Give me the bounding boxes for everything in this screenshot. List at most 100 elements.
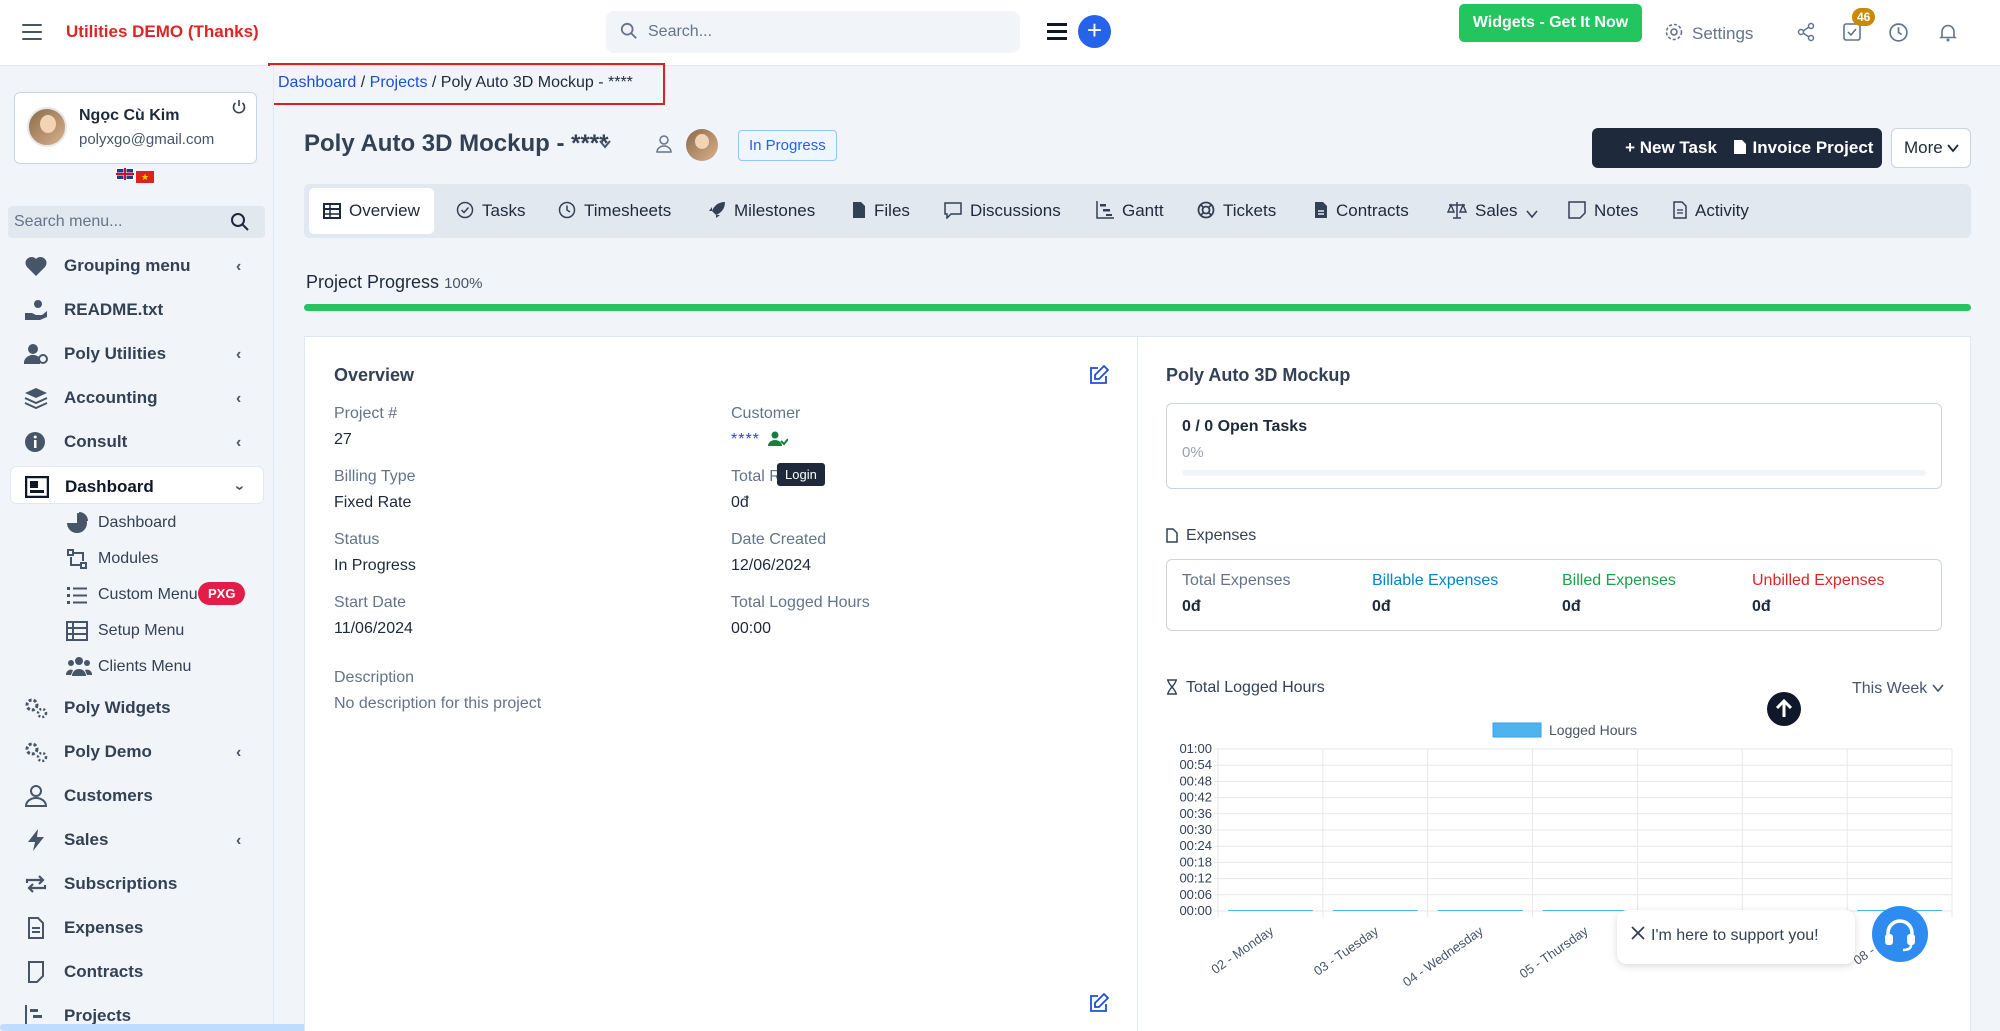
sidebar-item-grouping-menu[interactable]: Grouping menu ‹ <box>10 246 264 284</box>
chevron-down-icon[interactable] <box>598 137 612 151</box>
bar <box>1542 910 1628 911</box>
tab-timesheets[interactable]: Timesheets <box>558 188 671 234</box>
sidebar-item-label: Poly Widgets <box>64 698 171 717</box>
search-input[interactable] <box>648 19 998 45</box>
support-chat-bubble[interactable]: I'm here to support you! <box>1617 910 1855 964</box>
sidebar-item-customers[interactable]: Customers <box>10 776 264 814</box>
user-login-icon[interactable] <box>768 431 790 447</box>
description-value: No description for this project <box>334 695 542 712</box>
tab-gantt[interactable]: Gantt <box>1096 188 1164 234</box>
tab-label: Activity <box>1695 201 1749 220</box>
edit-icon[interactable] <box>1089 365 1109 385</box>
lifebuoy-icon <box>1197 201 1215 219</box>
breadcrumb-projects[interactable]: Projects <box>370 74 428 91</box>
sidebar-item-contracts[interactable]: Contracts <box>10 952 264 990</box>
note-icon <box>1568 201 1586 219</box>
sidebar-item-expenses[interactable]: Expenses <box>10 908 264 946</box>
y-tick-label: 00:24 <box>1179 838 1212 853</box>
y-tick-label: 00:06 <box>1179 887 1212 902</box>
customer-link[interactable]: **** <box>731 431 760 448</box>
tab-label: Timesheets <box>584 201 672 220</box>
progress-fill <box>304 304 1971 311</box>
sidebar-toggle-icon[interactable] <box>22 24 42 40</box>
widgets-button[interactable]: Widgets - Get It Now <box>1459 4 1642 42</box>
sidebar-item-subscriptions[interactable]: Subscriptions <box>10 864 264 902</box>
sidebar-subitem-label: Setup Menu <box>98 622 185 639</box>
sidebar-item-poly-demo[interactable]: Poly Demo ‹ <box>10 732 264 770</box>
logged-hours-heading: Total Logged Hours <box>1166 679 1325 697</box>
settings-link[interactable]: Settings <box>1664 22 1753 44</box>
file-icon <box>28 917 44 939</box>
logout-power-icon[interactable] <box>231 99 247 115</box>
uk-flag-icon[interactable] <box>116 168 134 180</box>
tab-files[interactable]: Files <box>852 188 910 234</box>
plus-icon: + <box>1625 138 1640 157</box>
tab-milestones[interactable]: Milestones <box>708 188 815 234</box>
tab-contracts[interactable]: Contracts <box>1314 188 1409 234</box>
date-created-value: 12/06/2024 <box>731 557 812 574</box>
app-brand[interactable]: Utilities DEMO (Thanks) <box>66 22 259 42</box>
more-dropdown[interactable]: More <box>1891 128 1971 168</box>
sidebar-item-readme[interactable]: README.txt <box>10 290 264 328</box>
global-search[interactable] <box>606 11 1020 53</box>
breadcrumb-dashboard[interactable]: Dashboard <box>278 74 356 91</box>
tab-tasks[interactable]: Tasks <box>456 188 525 234</box>
y-tick-label: 00:48 <box>1179 773 1212 788</box>
tab-overview[interactable]: Overview <box>309 188 434 234</box>
user-gear-icon <box>24 344 48 364</box>
summary-heading: Poly Auto 3D Mockup <box>1166 365 1351 385</box>
layers-icon <box>24 388 48 409</box>
users-icon <box>66 657 92 676</box>
sidebar-item-poly-widgets[interactable]: Poly Widgets <box>10 688 264 726</box>
bell-icon[interactable] <box>1938 22 1958 43</box>
refresh-icon <box>67 549 87 569</box>
tab-activity[interactable]: Activity <box>1673 188 1749 234</box>
sidebar-item-consult[interactable]: Consult ‹ <box>10 422 264 460</box>
tab-discussions[interactable]: Discussions <box>944 188 1061 234</box>
clock-icon[interactable] <box>1888 22 1909 43</box>
menu-search[interactable] <box>8 206 265 238</box>
project-title[interactable]: Poly Auto 3D Mockup - **** <box>304 130 608 158</box>
sidebar-subitem-label: Dashboard <box>98 514 177 531</box>
sidebar-item-label: Projects <box>64 1006 132 1025</box>
menu-icon[interactable] <box>1047 23 1067 41</box>
share-icon[interactable] <box>1796 22 1816 42</box>
file-icon <box>853 202 865 218</box>
tab-tickets[interactable]: Tickets <box>1197 188 1276 234</box>
logged-hours-heading-label: Total Logged Hours <box>1186 679 1325 696</box>
sidebar-item-poly-utilities[interactable]: Poly Utilities ‹ <box>10 334 264 372</box>
expense-label: Billable Expenses <box>1372 572 1499 589</box>
profile-card[interactable]: Ngọc Cù Kim polyxgo@gmail.com <box>14 92 257 164</box>
sidebar-item-label: Sales <box>64 830 109 849</box>
tab-notes[interactable]: Notes <box>1568 188 1638 234</box>
invoice-project-button[interactable]: Invoice Project <box>1724 128 1882 168</box>
sidebar-item-label: Expenses <box>64 918 144 937</box>
start-date-label: Start Date <box>334 594 407 611</box>
project-progress-bar <box>304 304 1971 311</box>
gear-icon <box>1665 23 1683 41</box>
close-icon[interactable] <box>1631 926 1645 940</box>
scroll-to-top-button[interactable] <box>1767 692 1801 726</box>
unbilled-expenses: Unbilled Expenses 0đ <box>1752 572 1885 616</box>
search-icon[interactable] <box>230 212 250 232</box>
vietnam-flag-icon[interactable]: ★ <box>136 171 154 183</box>
sidebar-item-label: README.txt <box>64 300 164 319</box>
chevron-left-icon: ‹ <box>236 258 242 275</box>
edit-icon[interactable] <box>1089 993 1109 1013</box>
sidebar-item-sales[interactable]: Sales ‹ <box>10 820 264 858</box>
avatar[interactable] <box>27 107 67 147</box>
sidebar-item-accounting[interactable]: Accounting ‹ <box>10 378 264 416</box>
date-created-label: Date Created <box>731 531 827 548</box>
pie-chart-icon <box>67 512 88 533</box>
repeat-icon <box>25 875 47 893</box>
quick-add-button[interactable]: + <box>1078 15 1111 48</box>
project-member-avatar[interactable] <box>686 129 718 161</box>
progress-percent: 100% <box>444 275 483 292</box>
support-chat-button[interactable] <box>1872 906 1928 962</box>
tab-sales[interactable]: Sales <box>1446 188 1538 234</box>
menu-search-input[interactable] <box>14 210 224 234</box>
tasks-count-badge: 46 <box>1852 8 1876 26</box>
period-select[interactable]: This Week <box>1852 680 1944 698</box>
grid-icon <box>323 203 341 219</box>
sidebar-item-dashboard[interactable]: Dashboard ‹ <box>10 466 264 504</box>
